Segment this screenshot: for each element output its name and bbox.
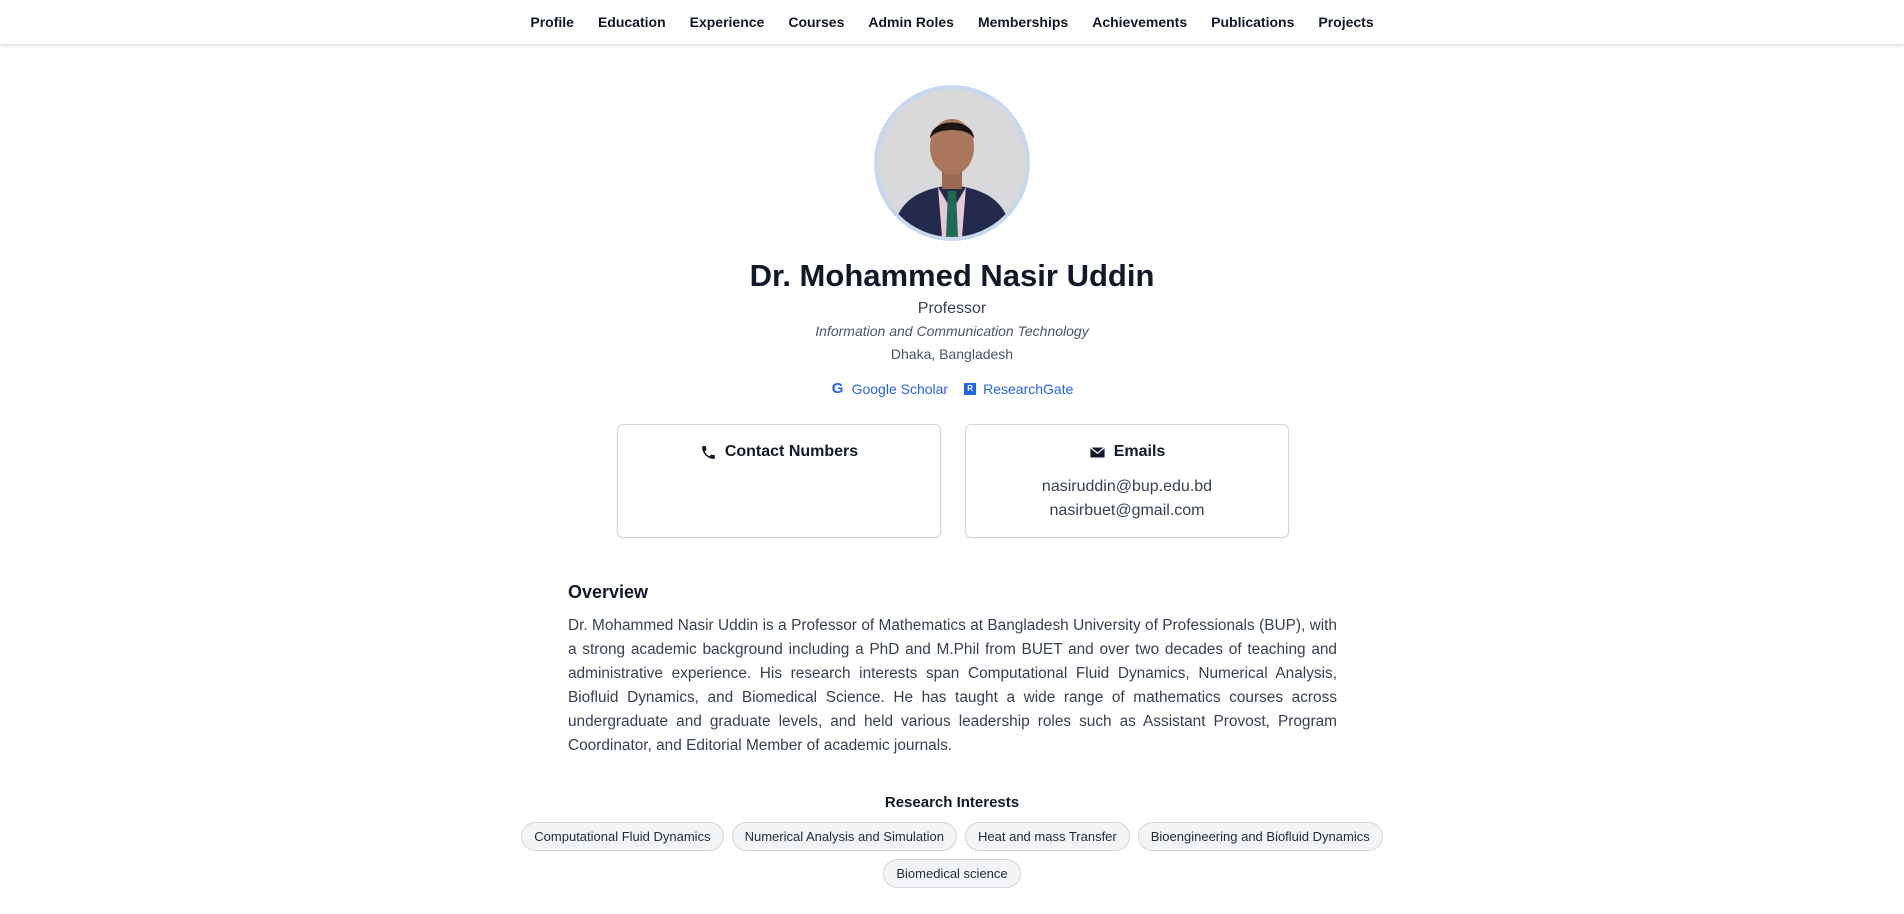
research-interests-title: Research Interests (884, 794, 1020, 811)
research-interest-chip: Heat and mass Transfer (965, 822, 1130, 851)
nav-item-profile[interactable]: Profile (530, 14, 574, 30)
contact-numbers-card: Contact Numbers (617, 424, 941, 538)
profile-department: Information and Communication Technology (815, 323, 1089, 339)
profile-role: Professor (917, 300, 987, 317)
nav-item-admin-roles[interactable]: Admin Roles (868, 14, 954, 30)
researchgate-icon: R (964, 382, 977, 395)
overview-text: Dr. Mohammed Nasir Uddin is a Professor … (568, 617, 1337, 754)
research-interest-chip: Computational Fluid Dynamics (521, 822, 724, 851)
emails-title: Emails (1113, 443, 1166, 460)
researchgate-label: ResearchGate (983, 380, 1074, 397)
research-interest-chip: Bioengineering and Biofluid Dynamics (1137, 822, 1383, 851)
nav-item-courses[interactable]: Courses (788, 14, 844, 30)
contact-numbers-header: Contact Numbers (618, 443, 940, 461)
google-scholar-label: Google Scholar (851, 380, 949, 397)
profile-name: Dr. Mohammed Nasir Uddin (749, 258, 1155, 293)
researchgate-link[interactable]: R ResearchGate (964, 381, 1073, 397)
profile-page: Dr. Mohammed Nasir Uddin Professor Infor… (0, 44, 1904, 914)
contact-numbers-title: Contact Numbers (724, 443, 859, 460)
phone-icon (701, 445, 715, 459)
profile-avatar (874, 85, 1030, 241)
google-icon: G (831, 380, 844, 397)
research-interests-list: Computational Fluid Dynamics Numerical A… (490, 822, 1414, 888)
nav-item-projects[interactable]: Projects (1318, 14, 1373, 30)
profile-location: Dhaka, Bangladesh (890, 346, 1014, 362)
nav-item-memberships[interactable]: Memberships (978, 14, 1068, 30)
research-interest-chip: Biomedical science (883, 859, 1021, 888)
email-item[interactable]: nasiruddin@bup.edu.bd (966, 475, 1288, 499)
email-list: nasiruddin@bup.edu.bd nasirbuet@gmail.co… (966, 475, 1288, 523)
email-item[interactable]: nasirbuet@gmail.com (966, 499, 1288, 523)
nav-item-experience[interactable]: Experience (690, 14, 765, 30)
profile-photo (878, 89, 1026, 237)
emails-card: Emails nasiruddin@bup.edu.bd nasirbuet@g… (965, 424, 1289, 538)
envelope-icon (1089, 446, 1105, 457)
research-interest-chip: Numerical Analysis and Simulation (731, 822, 958, 851)
profile-links: G Google Scholar R ResearchGate (0, 380, 1904, 397)
top-navigation: Profile Education Experience Courses Adm… (0, 0, 1904, 44)
nav-item-education[interactable]: Education (598, 14, 666, 30)
google-scholar-link[interactable]: G Google Scholar (831, 380, 949, 397)
overview-title: Overview (568, 582, 649, 602)
nav-item-achievements[interactable]: Achievements (1092, 14, 1187, 30)
nav-item-publications[interactable]: Publications (1211, 14, 1294, 30)
emails-header: Emails (966, 443, 1288, 461)
